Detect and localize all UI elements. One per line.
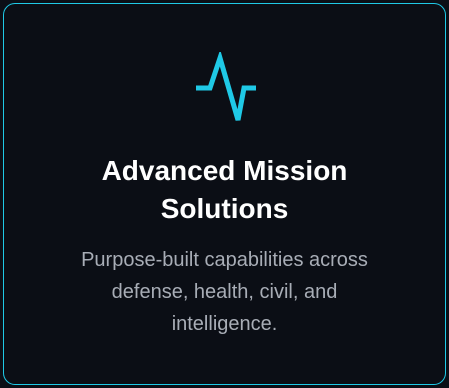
card-title-line: Solutions: [160, 193, 289, 224]
card-description-line: defense, health, civil, and: [111, 281, 338, 303]
card-description: Purpose-built capabilities across defens…: [0, 244, 449, 340]
card-description-line: intelligence.: [171, 313, 278, 335]
card-description-line: Purpose-built capabilities across: [81, 249, 368, 271]
card-title: Advanced Mission Solutions: [0, 152, 449, 228]
card-title-line: Advanced Mission: [101, 155, 348, 186]
activity-pulse-icon: [192, 52, 256, 128]
